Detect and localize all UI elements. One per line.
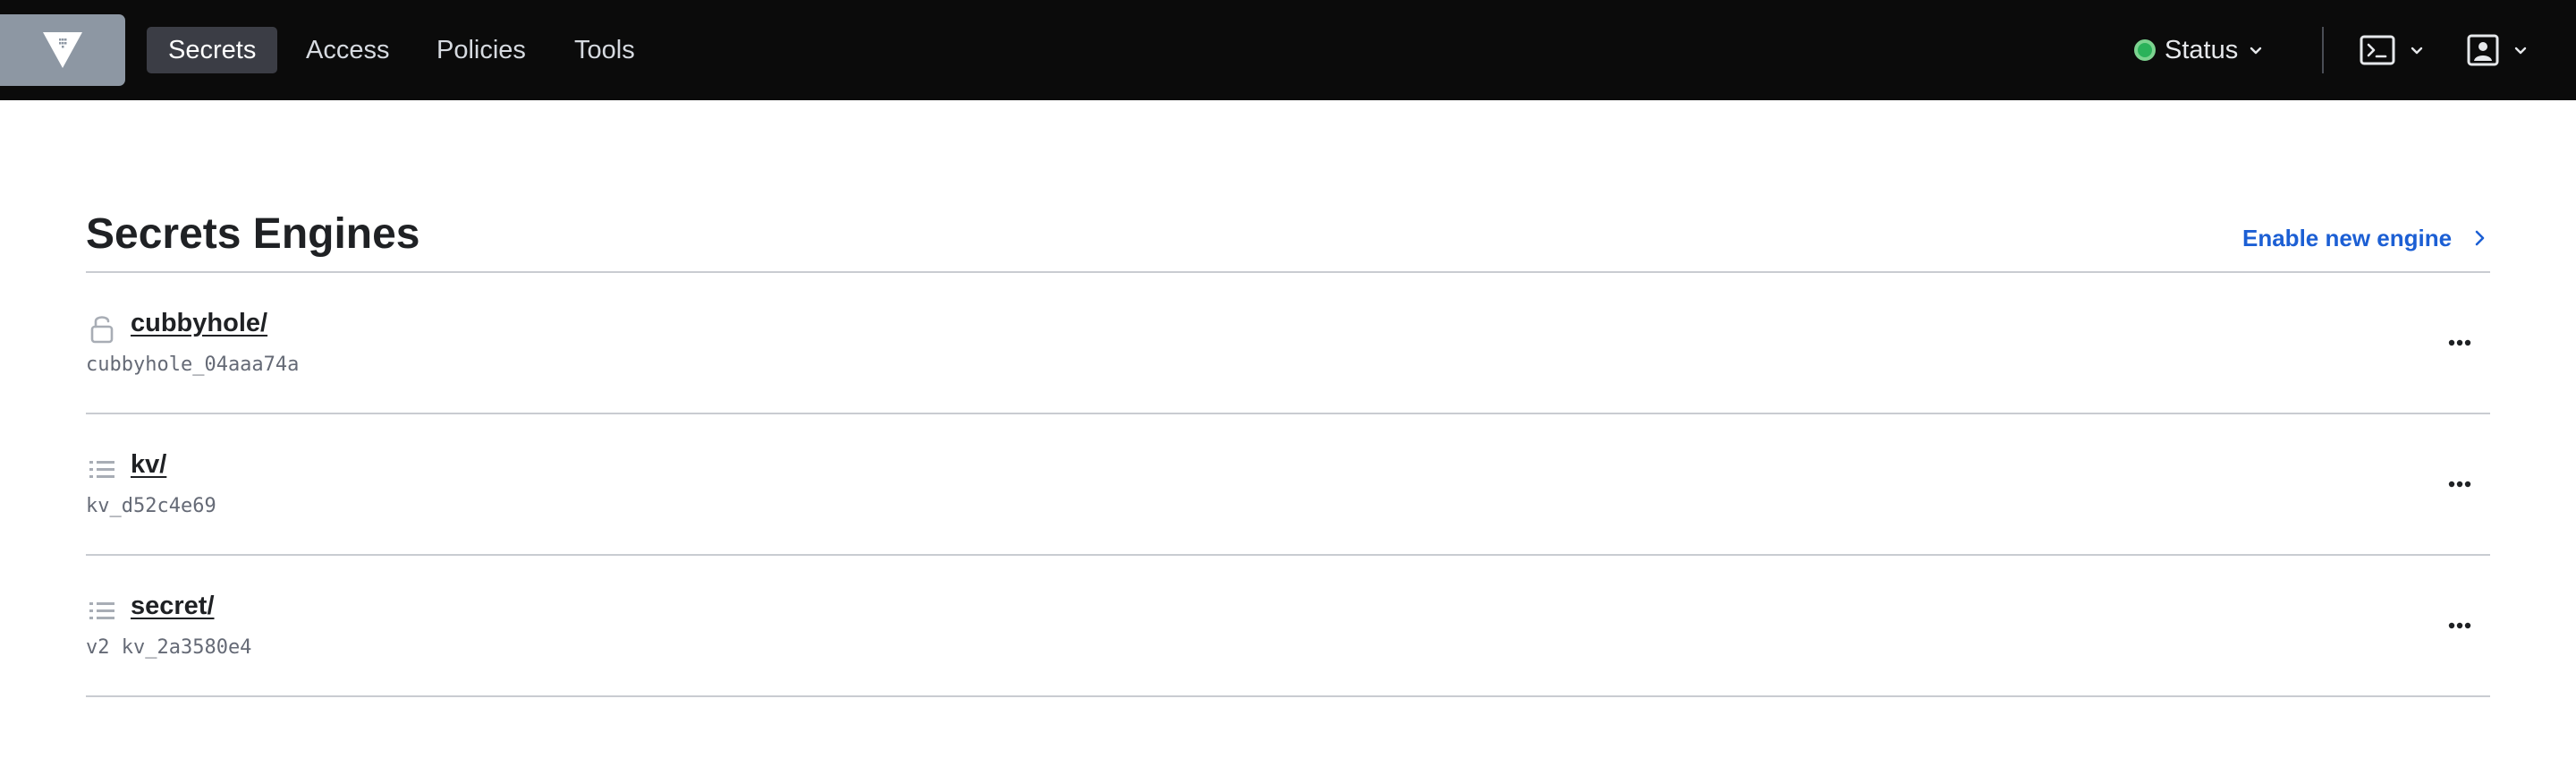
nav-tab-policies[interactable]: Policies — [415, 27, 547, 73]
status-ok-icon — [2134, 39, 2156, 61]
list-icon — [86, 454, 118, 486]
status-label: Status — [2165, 35, 2239, 64]
chevron-down-icon — [2250, 47, 2262, 55]
engine-actions-menu-button[interactable] — [2438, 613, 2481, 638]
more-horizontal-icon — [2448, 481, 2471, 488]
list-icon — [86, 595, 118, 627]
engine-accessor: cubbyhole_04aaa74a — [86, 354, 300, 376]
user-menu-button[interactable] — [2467, 29, 2529, 72]
chevron-down-icon — [2514, 47, 2527, 55]
vault-logo-icon — [43, 32, 82, 68]
engine-actions-menu-button[interactable] — [2438, 330, 2481, 355]
vault-logo-home-link[interactable] — [0, 14, 125, 86]
lock-icon — [86, 312, 118, 345]
engine-accessor: kv_d52c4e69 — [86, 495, 216, 517]
more-horizontal-icon — [2448, 339, 2471, 346]
engine-row-kv: kv/ kv_d52c4e69 — [86, 414, 2490, 554]
engine-name-link[interactable]: cubbyhole/ — [131, 309, 267, 338]
status-menu-button[interactable]: Status — [2134, 29, 2265, 72]
enable-new-engine-label: Enable new engine — [2242, 224, 2453, 251]
console-menu-button[interactable] — [2360, 29, 2426, 72]
nav-tab-tools[interactable]: Tools — [553, 27, 657, 73]
row-divider — [86, 695, 2490, 697]
top-nav-bar: Secrets Access Policies Tools Status — [0, 0, 2576, 100]
chevron-right-icon — [2475, 230, 2485, 246]
user-icon — [2467, 34, 2499, 66]
engine-row-secret: secret/ v2 kv_2a3580e4 — [86, 556, 2490, 695]
nav-divider — [2322, 27, 2324, 73]
more-horizontal-icon — [2448, 622, 2471, 629]
chevron-down-icon — [2411, 47, 2423, 55]
nav-tab-secrets[interactable]: Secrets — [147, 27, 278, 73]
page-title: Secrets Engines — [86, 210, 420, 258]
engine-row-cubbyhole: cubbyhole/ cubbyhole_04aaa74a — [86, 273, 2490, 413]
engine-name-link[interactable]: secret/ — [131, 592, 215, 621]
engine-actions-menu-button[interactable] — [2438, 472, 2481, 497]
nav-tab-access[interactable]: Access — [284, 27, 411, 73]
terminal-icon — [2360, 35, 2395, 65]
engine-name-link[interactable]: kv/ — [131, 450, 166, 480]
engine-accessor: v2 kv_2a3580e4 — [86, 636, 252, 659]
enable-new-engine-link[interactable]: Enable new engine — [2242, 222, 2487, 254]
